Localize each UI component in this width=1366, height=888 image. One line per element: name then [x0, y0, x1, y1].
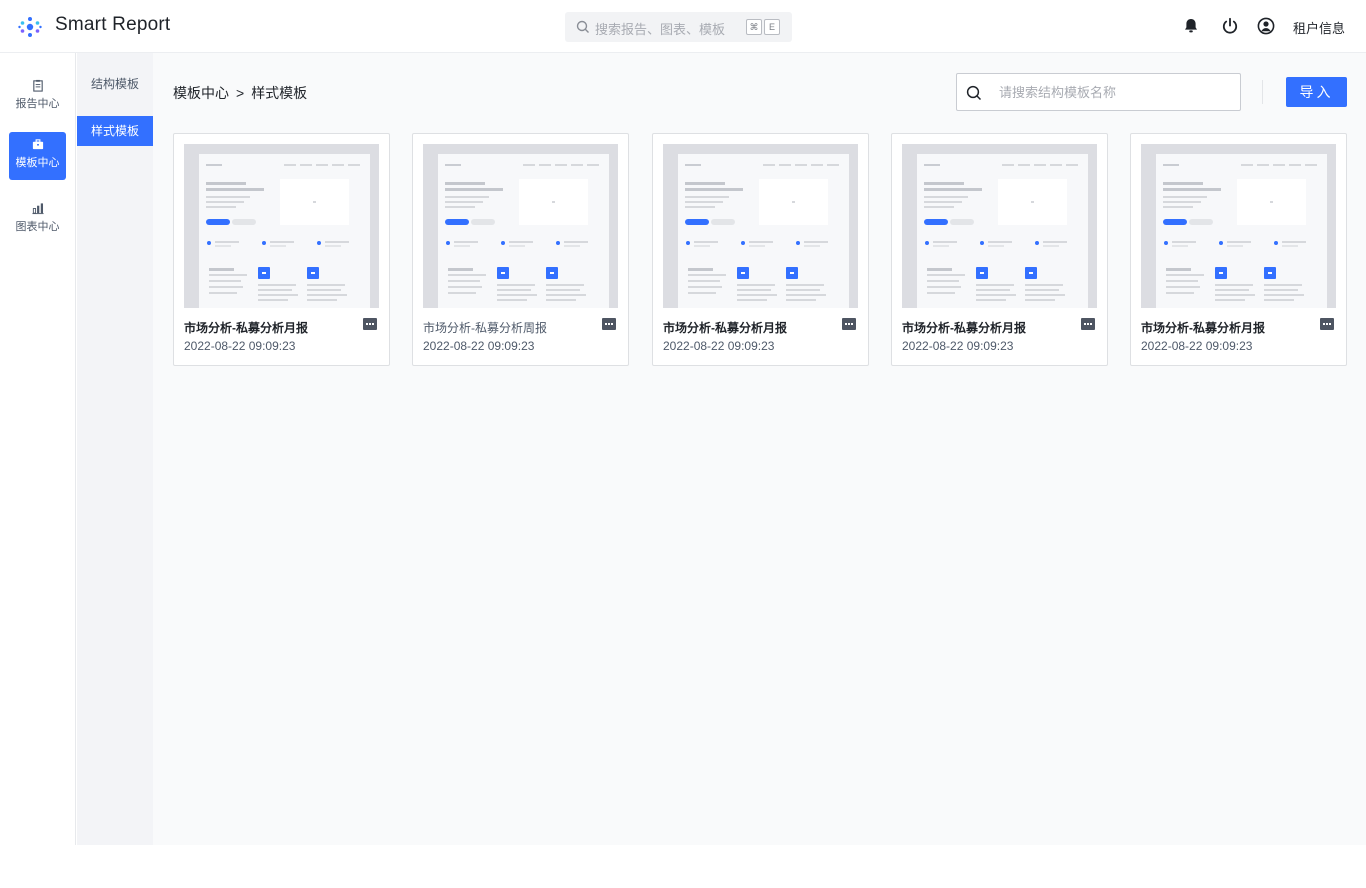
left-rail: 报告中心 模板中心 图表中心 — [0, 53, 76, 845]
template-card[interactable]: 市场分析-私募分析月报 2022-08-22 09:09:23 — [173, 133, 390, 366]
rail-item-label: 图表中心 — [15, 221, 60, 233]
template-card-title: 市场分析-私募分析月报 — [663, 321, 787, 335]
breadcrumb-separator: > — [236, 85, 245, 101]
template-preview-image — [184, 144, 379, 308]
template-card-title: 市场分析-私募分析月报 — [1141, 321, 1265, 335]
template-card-title: 市场分析-私募分析月报 — [184, 321, 308, 335]
breadcrumb-current: 样式模板 — [251, 85, 308, 101]
template-card-time: 2022-08-22 09:09:23 — [423, 339, 535, 353]
subnav-item-style-template[interactable]: 样式模板 — [77, 116, 153, 146]
sub-nav: 结构模板 样式模板 — [77, 53, 153, 845]
template-thumbnail[interactable] — [663, 144, 858, 308]
bar-chart-icon — [31, 203, 44, 215]
more-options-icon[interactable] — [363, 318, 377, 330]
template-card[interactable]: 市场分析-私募分析周报 2022-08-22 09:09:23 — [412, 133, 629, 366]
subnav-item-structure-template[interactable]: 结构模板 — [77, 69, 153, 99]
power-icon[interactable] — [1220, 16, 1240, 36]
app-title: Smart Report — [55, 14, 171, 35]
template-card-title: 市场分析-私募分析月报 — [902, 321, 1026, 335]
template-thumbnail[interactable] — [423, 144, 618, 308]
template-card[interactable]: 市场分析-私募分析月报 2022-08-22 09:09:23 — [652, 133, 869, 366]
rail-item-report-center[interactable]: 报告中心 — [9, 73, 66, 121]
rail-item-label: 模板中心 — [15, 157, 60, 169]
search-icon — [576, 20, 589, 33]
template-preview-image — [663, 144, 858, 308]
clipboard-icon — [32, 79, 43, 92]
tenant-info-link[interactable]: 租户信息 — [1293, 18, 1345, 37]
more-options-icon[interactable] — [1320, 318, 1334, 330]
template-thumbnail[interactable] — [1141, 144, 1336, 308]
template-card-title: 市场分析-私募分析周报 — [423, 321, 547, 335]
shortcut-key-e: E — [764, 19, 780, 35]
more-options-icon[interactable] — [1081, 318, 1095, 330]
template-search-box — [956, 73, 1241, 111]
template-card-time: 2022-08-22 09:09:23 — [663, 339, 775, 353]
briefcase-icon — [32, 139, 43, 150]
divider — [1262, 80, 1263, 104]
import-button[interactable]: 导入 — [1286, 77, 1347, 107]
template-card-time: 2022-08-22 09:09:23 — [184, 339, 296, 353]
template-thumbnail[interactable] — [184, 144, 379, 308]
bell-icon[interactable] — [1181, 16, 1201, 36]
breadcrumb: 模板中心 > 样式模板 — [173, 83, 307, 103]
global-search[interactable]: 搜索报告、图表、模板 ⌘ E — [565, 12, 792, 42]
rail-item-chart-center[interactable]: 图表中心 — [9, 196, 66, 244]
template-search-input[interactable] — [999, 74, 1234, 110]
global-search-placeholder: 搜索报告、图表、模板 — [595, 22, 726, 37]
rail-item-label: 报告中心 — [15, 98, 60, 110]
main-content: 模板中心 > 样式模板 导入 — [153, 53, 1366, 845]
template-preview-image — [902, 144, 1097, 308]
template-card[interactable]: 市场分析-私募分析月报 2022-08-22 09:09:23 — [891, 133, 1108, 366]
template-card[interactable]: 市场分析-私募分析月报 2022-08-22 09:09:23 — [1130, 133, 1347, 366]
user-icon[interactable] — [1256, 16, 1276, 36]
search-icon — [966, 85, 982, 101]
template-card-time: 2022-08-22 09:09:23 — [902, 339, 1014, 353]
more-options-icon[interactable] — [602, 318, 616, 330]
template-card-time: 2022-08-22 09:09:23 — [1141, 339, 1253, 353]
template-thumbnail[interactable] — [902, 144, 1097, 308]
template-preview-image — [423, 144, 618, 308]
rail-item-template-center[interactable]: 模板中心 — [9, 132, 66, 180]
template-preview-image — [1141, 144, 1336, 308]
top-bar: Smart Report 搜索报告、图表、模板 ⌘ E 租户信息 — [0, 0, 1366, 53]
shortcut-key-cmd: ⌘ — [746, 19, 762, 35]
more-options-icon[interactable] — [842, 318, 856, 330]
breadcrumb-root[interactable]: 模板中心 — [173, 85, 229, 101]
logo-icon — [18, 17, 42, 37]
